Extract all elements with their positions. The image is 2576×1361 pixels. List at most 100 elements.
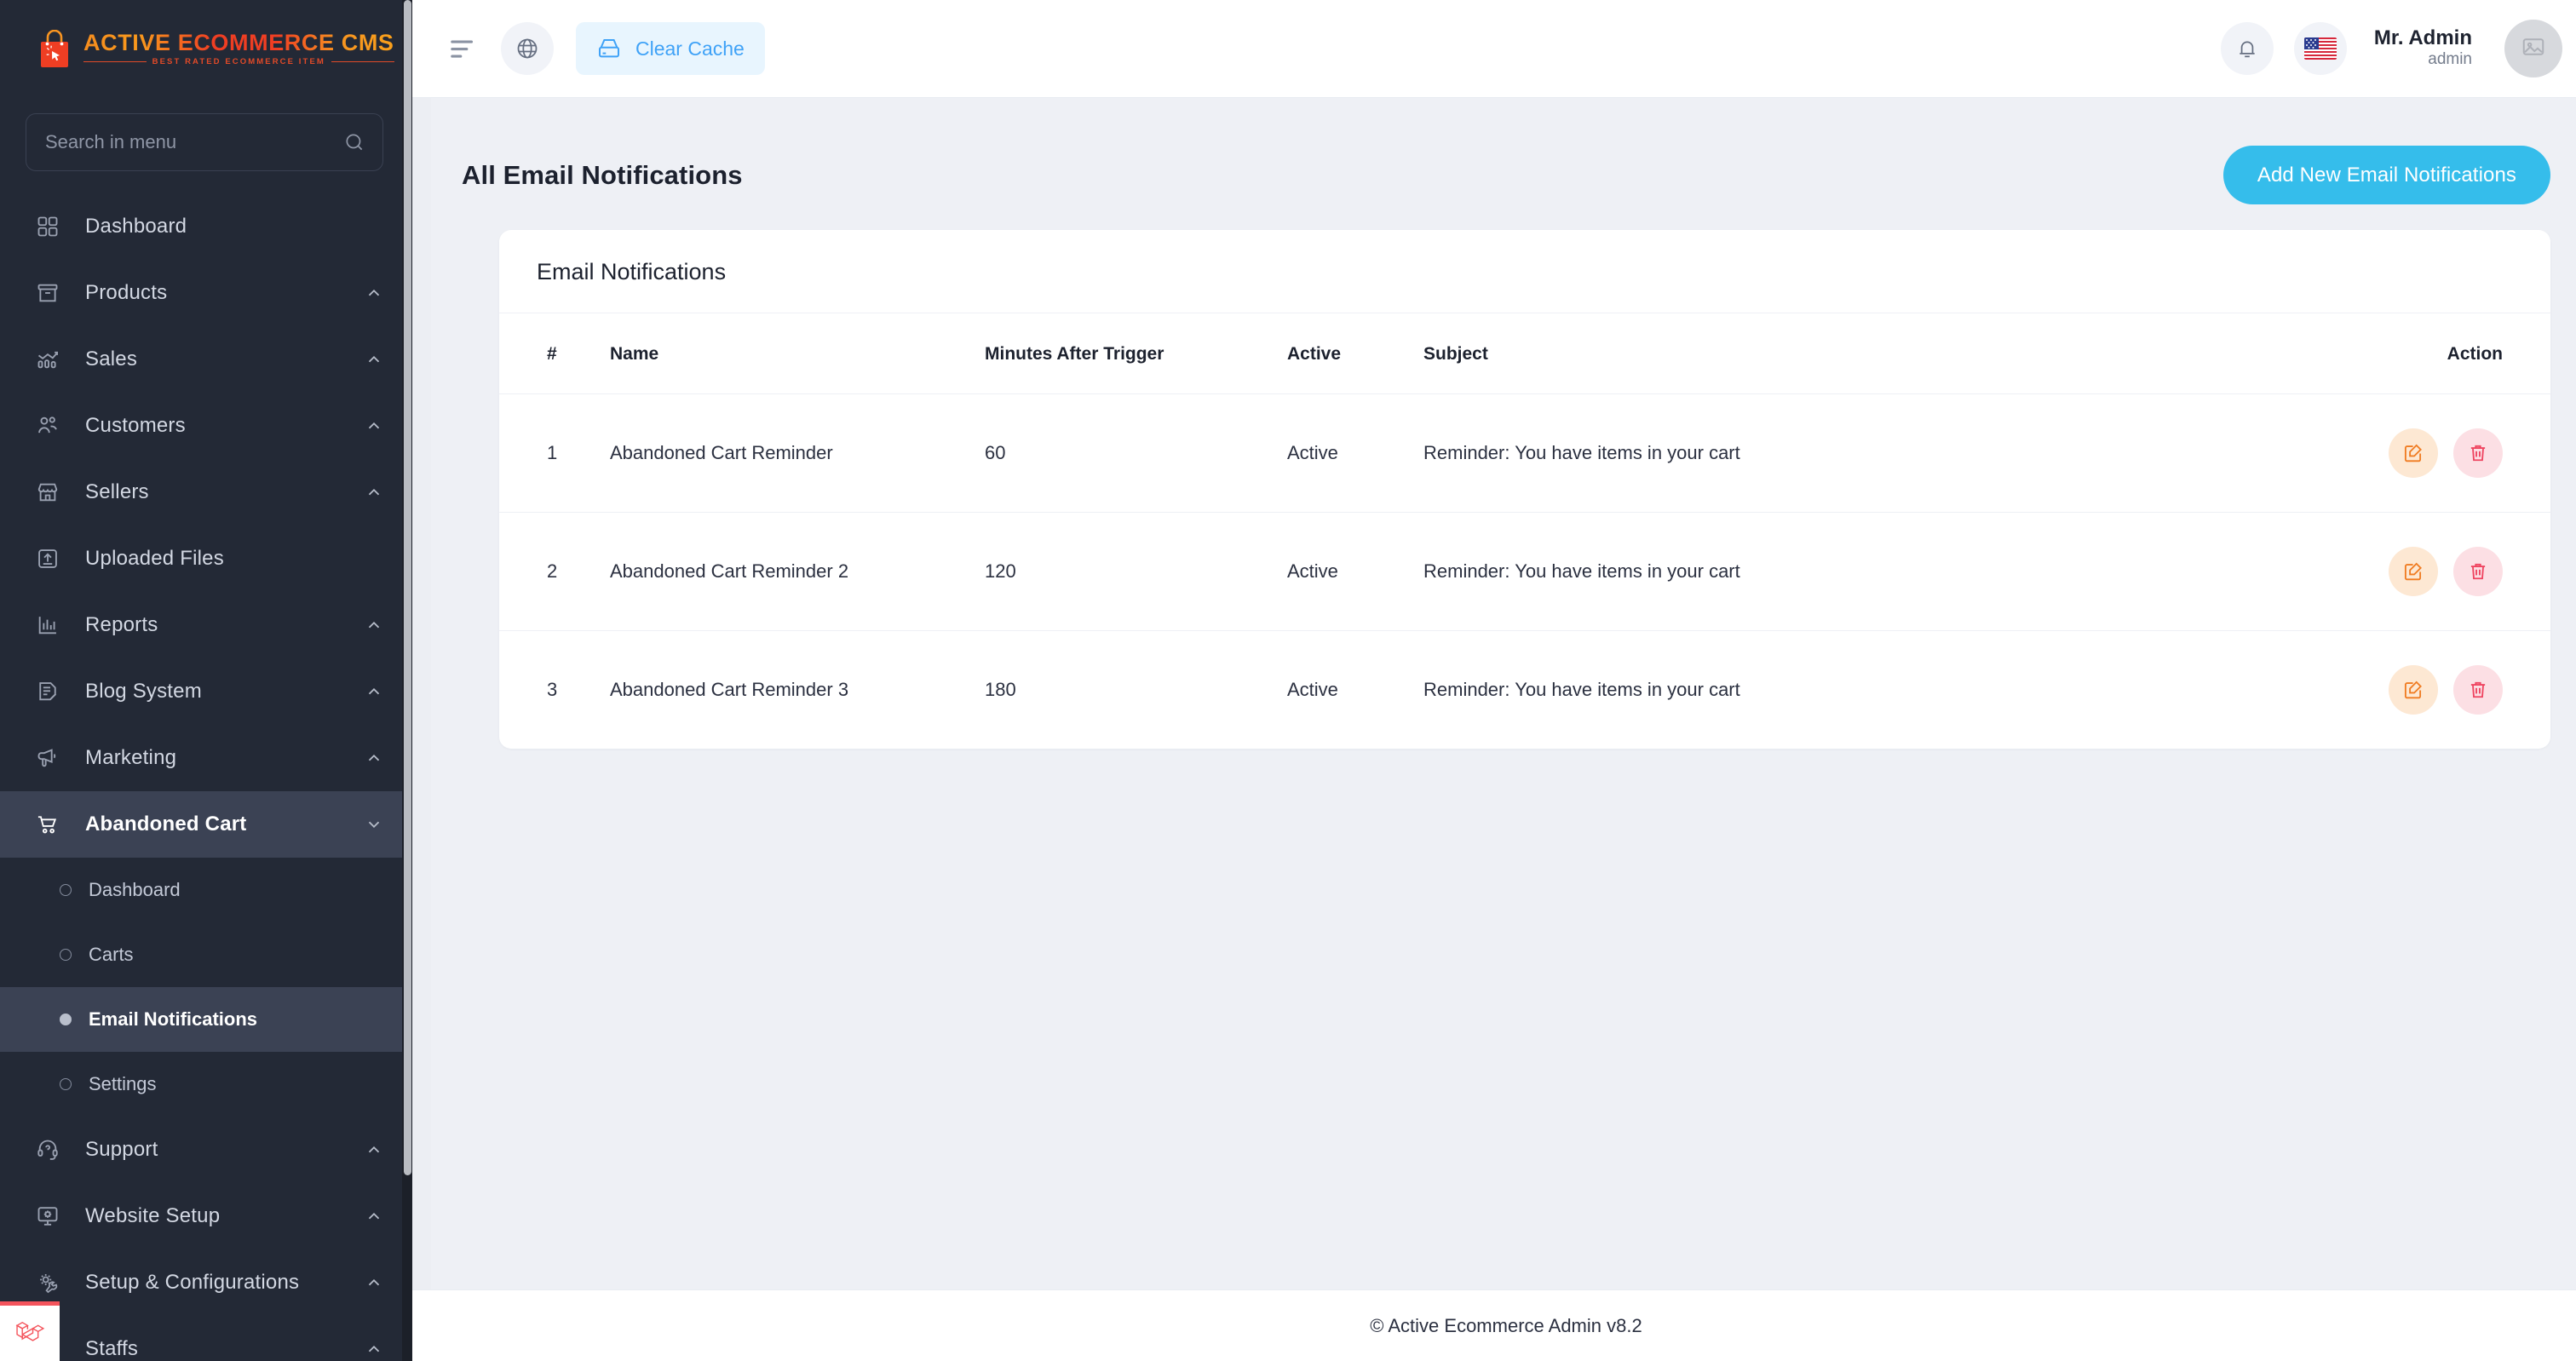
chevron-up-icon[interactable] xyxy=(365,1140,383,1159)
chevron-up-icon[interactable] xyxy=(365,1207,383,1226)
sidebar-search[interactable] xyxy=(26,113,383,171)
app-root: ACTIVE ECOMMERCE CMS BEST RATED ECOMMERC… xyxy=(0,0,2576,1361)
sidebar-nav: Dashboard Products xyxy=(0,193,412,1361)
hamburger-icon[interactable] xyxy=(450,36,479,61)
chevron-up-icon[interactable] xyxy=(365,1273,383,1292)
sidebar-item-label: Sales xyxy=(85,347,365,371)
clear-cache-button[interactable]: Clear Cache xyxy=(576,22,765,75)
email-notifications-table: # Name Minutes After Trigger Active Subj… xyxy=(499,313,2550,749)
globe-icon[interactable] xyxy=(501,22,554,75)
sidebar-item-sellers[interactable]: Sellers xyxy=(0,459,412,525)
edit-icon[interactable] xyxy=(2389,547,2438,596)
cell-minutes: 180 xyxy=(985,631,1287,749)
sidebar-scrollbar-thumb[interactable] xyxy=(404,0,411,1175)
page-title: All Email Notifications xyxy=(462,160,743,191)
sidebar-item-label: Support xyxy=(85,1138,365,1162)
sidebar-item-abandoned-cart[interactable]: Abandoned Cart xyxy=(0,791,412,858)
us-flag-icon[interactable] xyxy=(2294,22,2347,75)
bullet-icon xyxy=(60,884,72,896)
chevron-up-icon[interactable] xyxy=(365,350,383,369)
cell-action xyxy=(2355,394,2550,513)
sidebar-item-label: Dashboard xyxy=(85,215,383,238)
brand-logo[interactable]: ACTIVE ECOMMERCE CMS BEST RATED ECOMMERC… xyxy=(0,0,412,98)
bar-chart-up-icon xyxy=(29,345,66,374)
footer: © Active Ecommerce Admin v8.2 xyxy=(412,1289,2576,1361)
box-icon xyxy=(29,279,66,307)
column-header-action: Action xyxy=(2355,313,2550,394)
sidebar-subitem-settings[interactable]: Settings xyxy=(0,1052,412,1117)
main-scrollbar-track[interactable] xyxy=(412,98,431,1289)
brand-name: ACTIVE ECOMMERCE CMS xyxy=(83,32,394,55)
main-area: Clear Cache xyxy=(412,0,2576,1361)
search-input[interactable] xyxy=(45,131,343,153)
edit-icon[interactable] xyxy=(2389,428,2438,478)
sidebar-item-setup-configurations[interactable]: Setup & Configurations xyxy=(0,1249,412,1316)
email-notifications-card: Email Notifications # Name Minutes After… xyxy=(499,230,2550,749)
sidebar-item-sales[interactable]: Sales xyxy=(0,326,412,393)
column-header-active: Active xyxy=(1287,313,1423,394)
chevron-down-icon[interactable] xyxy=(365,815,383,834)
card-header: Email Notifications xyxy=(499,230,2550,313)
sidebar-subitem-email-notifications[interactable]: Email Notifications xyxy=(0,987,412,1052)
trash-icon[interactable] xyxy=(2453,428,2503,478)
sidebar-item-label: Abandoned Cart xyxy=(85,813,365,836)
chevron-up-icon[interactable] xyxy=(365,483,383,502)
sidebar-item-uploaded-files[interactable]: Uploaded Files xyxy=(0,525,412,592)
image-placeholder-icon xyxy=(2521,34,2546,64)
page-content: All Email Notifications Add New Email No… xyxy=(412,98,2576,1289)
bell-icon[interactable] xyxy=(2221,22,2274,75)
trash-icon[interactable] xyxy=(2453,665,2503,715)
sidebar-item-label: Reports xyxy=(85,613,365,637)
trash-icon[interactable] xyxy=(2453,547,2503,596)
sidebar-item-staffs[interactable]: Staffs xyxy=(0,1316,412,1361)
table-header-row: # Name Minutes After Trigger Active Subj… xyxy=(499,313,2550,394)
sidebar-scrollbar-track[interactable] xyxy=(402,0,412,1361)
sidebar-scroll-area: ACTIVE ECOMMERCE CMS BEST RATED ECOMMERC… xyxy=(0,0,412,1361)
add-new-email-notifications-button[interactable]: Add New Email Notifications xyxy=(2223,146,2550,204)
cell-name: Abandoned Cart Reminder 3 xyxy=(610,631,985,749)
sidebar-item-support[interactable]: Support xyxy=(0,1117,412,1183)
cell-subject: Reminder: You have items in your cart xyxy=(1423,394,2355,513)
chevron-up-icon[interactable] xyxy=(365,616,383,635)
shopping-bag-logo-icon xyxy=(37,30,72,69)
sidebar-item-website-setup[interactable]: Website Setup xyxy=(0,1183,412,1249)
sidebar-item-products[interactable]: Products xyxy=(0,260,412,326)
chevron-up-icon[interactable] xyxy=(365,416,383,435)
topbar-right: Mr. Admin admin xyxy=(2221,20,2562,78)
avatar[interactable] xyxy=(2504,20,2562,78)
sidebar-item-label: Marketing xyxy=(85,746,365,770)
edit-icon[interactable] xyxy=(2389,665,2438,715)
table-head: # Name Minutes After Trigger Active Subj… xyxy=(499,313,2550,394)
sidebar-item-label: Customers xyxy=(85,414,365,438)
chevron-up-icon[interactable] xyxy=(365,682,383,701)
cell-index: 2 xyxy=(499,513,610,631)
bullet-icon xyxy=(60,1078,72,1090)
chevron-up-icon[interactable] xyxy=(365,749,383,767)
sidebar-subitem-carts[interactable]: Carts xyxy=(0,922,412,987)
gear-wrench-icon xyxy=(29,1268,66,1297)
page-header: All Email Notifications Add New Email No… xyxy=(462,98,2550,230)
cell-index: 3 xyxy=(499,631,610,749)
sidebar-item-reports[interactable]: Reports xyxy=(0,592,412,658)
sidebar-item-label: Uploaded Files xyxy=(85,547,383,571)
cell-minutes: 60 xyxy=(985,394,1287,513)
sidebar-subitem-dashboard[interactable]: Dashboard xyxy=(0,858,412,922)
sidebar-item-dashboard[interactable]: Dashboard xyxy=(0,193,412,260)
user-info[interactable]: Mr. Admin admin xyxy=(2374,26,2472,71)
sidebar-item-label: Sellers xyxy=(85,480,365,504)
search-icon xyxy=(343,131,365,153)
cell-index: 1 xyxy=(499,394,610,513)
users-icon xyxy=(29,411,66,440)
chevron-up-icon[interactable] xyxy=(365,284,383,302)
sidebar-item-label: Website Setup xyxy=(85,1204,365,1228)
cell-name: Abandoned Cart Reminder 2 xyxy=(610,513,985,631)
sidebar-item-customers[interactable]: Customers xyxy=(0,393,412,459)
user-name: Mr. Admin xyxy=(2374,26,2472,50)
sidebar-item-blog-system[interactable]: Blog System xyxy=(0,658,412,725)
cell-name: Abandoned Cart Reminder xyxy=(610,394,985,513)
sidebar-item-marketing[interactable]: Marketing xyxy=(0,725,412,791)
grid-icon xyxy=(29,212,66,241)
cell-subject: Reminder: You have items in your cart xyxy=(1423,631,2355,749)
column-header-index: # xyxy=(499,313,610,394)
chevron-up-icon[interactable] xyxy=(365,1340,383,1358)
